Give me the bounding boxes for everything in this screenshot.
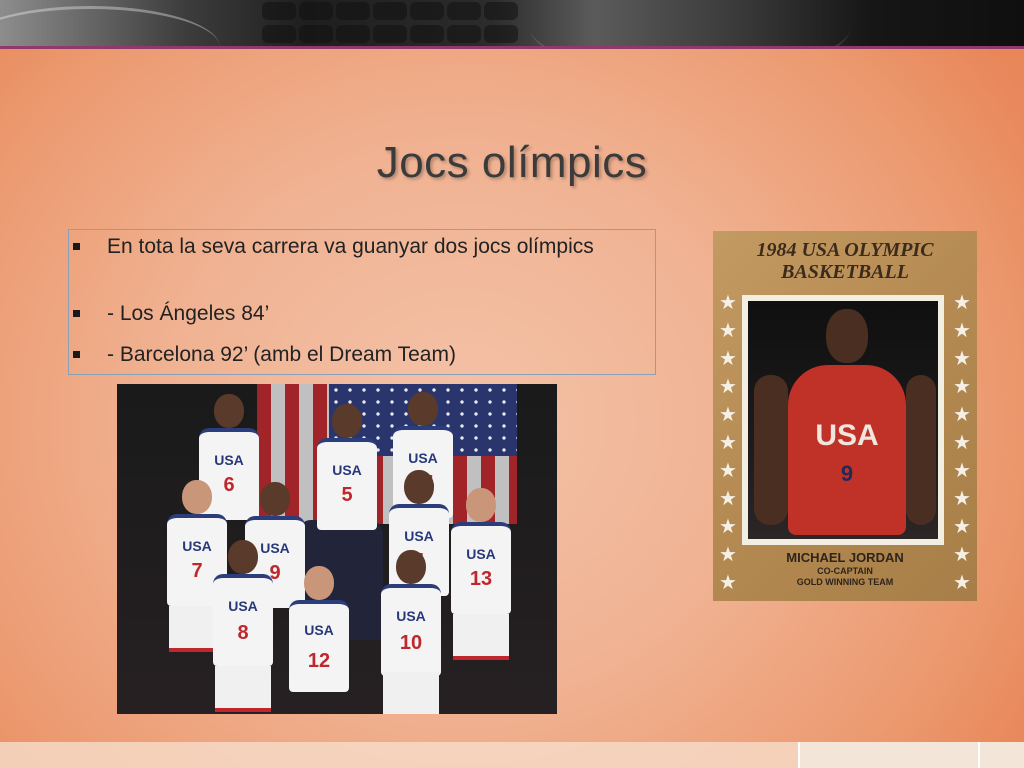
card-jersey-number: 9: [840, 461, 854, 486]
card-subtitle-1: CO-CAPTAIN: [817, 566, 873, 576]
dream-team-photo: USA 6 USA 5 USA 14 USA 7 USA 9 USA 4 USA…: [117, 384, 557, 714]
card-subtitle-2: GOLD WINNING TEAM: [796, 577, 894, 587]
jordan-trading-card: 1984 USA OLYMPIC BASKETBALL ★ ★ ★ ★ ★ ★ ★ ★ ★ ★ ★ …: [713, 231, 977, 601]
card-jersey-text: USA: [815, 419, 879, 452]
header-swoosh: [0, 6, 220, 46]
star-column-right: ★ ★ ★ ★ ★ ★ ★ ★ ★ ★ ★: [953, 292, 971, 594]
header-swoosh-2: [530, 0, 850, 46]
jordan-photo: USA 9: [748, 301, 938, 539]
card-photo-frame: USA 9: [742, 295, 944, 545]
bullet-text: - Los Ángeles 84’: [107, 302, 270, 325]
hex-pattern: [262, 2, 522, 44]
card-player-name: MICHAEL JORDAN: [786, 550, 904, 565]
bullet-marker: [73, 243, 80, 250]
bullet-text: En tota la seva carrera va guanyar dos j…: [107, 235, 594, 258]
accent-line: [0, 46, 1024, 49]
star-column-left: ★ ★ ★ ★ ★ ★ ★ ★ ★ ★ ★: [719, 292, 737, 594]
bullet-text: - Barcelona 92’ (amb el Dream Team): [107, 343, 456, 366]
bullet-marker: [73, 310, 80, 317]
card-title: 1984 USA OLYMPIC BASKETBALL: [756, 239, 934, 283]
header-band: [0, 0, 1024, 46]
bullet-box: En tota la seva carrera va guanyar dos j…: [68, 229, 656, 375]
footer-tab: [978, 742, 1024, 768]
footer-tab: [798, 742, 978, 768]
slide-title: Jocs olímpics: [376, 138, 648, 187]
bullet-marker: [73, 351, 80, 358]
